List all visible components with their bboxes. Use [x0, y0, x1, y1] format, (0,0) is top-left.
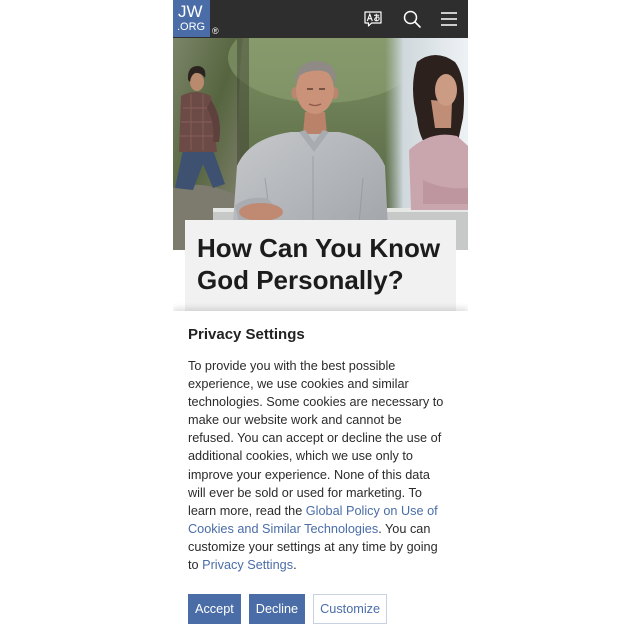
accept-button[interactable]: Accept — [188, 594, 241, 624]
top-nav-bar: JW .ORG ® — [173, 0, 468, 38]
privacy-settings-dialog: Privacy Settings To provide you with the… — [173, 311, 468, 640]
privacy-text-intro: To provide you with the best possible ex… — [188, 359, 444, 518]
logo-org-text: .ORG — [177, 21, 206, 33]
privacy-description: To provide you with the best possible ex… — [188, 357, 447, 574]
mobile-page: JW .ORG ® How Can You Know God Personall… — [173, 0, 468, 640]
hero-image — [173, 38, 468, 250]
privacy-dialog-title: Privacy Settings — [188, 326, 305, 343]
customize-button[interactable]: Customize — [313, 594, 388, 624]
hero-photo — [173, 38, 468, 250]
registered-mark: ® — [212, 26, 219, 36]
privacy-actions: Accept Decline Customize — [188, 594, 388, 624]
privacy-settings-link[interactable]: Privacy Settings — [202, 558, 293, 572]
search-icon — [403, 10, 421, 28]
menu-icon — [441, 12, 457, 26]
article-title-card: How Can You Know God Personally? — [185, 220, 456, 311]
privacy-text-end: . — [293, 558, 297, 573]
logo-jw-text: JW — [178, 2, 203, 21]
menu-button[interactable] — [439, 9, 459, 29]
search-button[interactable] — [402, 9, 422, 29]
language-button[interactable] — [363, 9, 383, 29]
decline-button[interactable]: Decline — [248, 594, 306, 624]
language-icon — [364, 11, 382, 27]
jw-org-logo[interactable]: JW .ORG — [173, 0, 210, 37]
article-title: How Can You Know God Personally? — [197, 233, 441, 295]
